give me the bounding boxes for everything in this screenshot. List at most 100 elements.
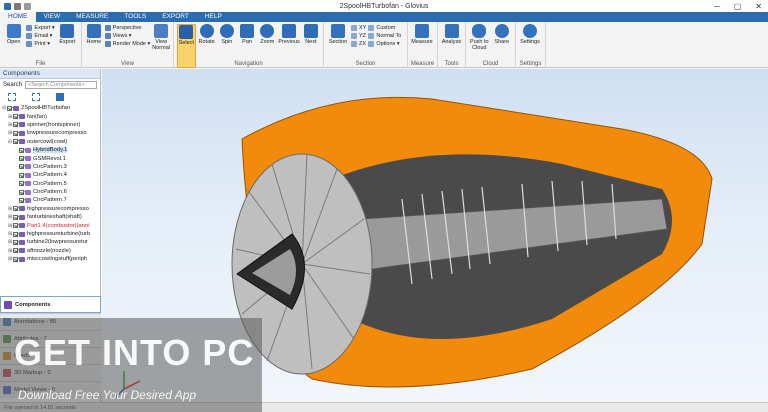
custom-plane-button[interactable]: Custom: [368, 25, 401, 31]
tree-node[interactable]: CircPattern.7: [2, 196, 100, 204]
visibility-checkbox[interactable]: [13, 231, 18, 237]
visibility-checkbox[interactable]: [13, 122, 18, 128]
tree-node[interactable]: ⊞ fanturbineshaft(shaft): [2, 213, 100, 221]
visibility-checkbox[interactable]: [19, 147, 24, 153]
export-menu-button[interactable]: Export ▾: [26, 25, 55, 31]
cloud-group-label: Cloud: [482, 61, 499, 67]
arrow-left-icon: [282, 24, 297, 38]
custom-plane-icon: [368, 25, 375, 31]
tab-measure[interactable]: MEASURE: [68, 12, 116, 22]
tree-node-label: lowpressurecompresso: [27, 130, 87, 137]
visibility-checkbox[interactable]: [19, 189, 24, 195]
tree-node-label: HybridBody.1: [33, 147, 68, 154]
copy-icon[interactable]: [56, 93, 64, 101]
minimize-button[interactable]: ─: [714, 2, 720, 11]
select-label: Select: [178, 40, 194, 46]
visibility-checkbox[interactable]: [19, 156, 24, 162]
section-label: Section: [328, 39, 348, 45]
tab-tools[interactable]: TOOLS: [116, 12, 154, 22]
visibility-checkbox[interactable]: [13, 139, 18, 145]
tree-node[interactable]: ⊞ lowpressurecompresso: [2, 129, 100, 137]
email-button[interactable]: Email ▾: [26, 33, 54, 39]
render-mode-button[interactable]: Render Mode ▾: [104, 41, 150, 47]
tab-export[interactable]: EXPORT: [154, 12, 197, 22]
custom-label: Custom: [376, 25, 396, 31]
expand-all-icon[interactable]: [8, 93, 16, 101]
tree-node-label: fan(fan): [27, 113, 47, 120]
tree-node[interactable]: CircPattern.3: [2, 163, 100, 171]
tree-node[interactable]: ⊞ fan(fan): [2, 112, 100, 120]
visibility-checkbox[interactable]: [13, 256, 18, 262]
tree-node[interactable]: HybridBody.1: [2, 146, 100, 154]
navigation-group-label: Navigation: [234, 61, 263, 67]
visibility-checkbox[interactable]: [19, 181, 24, 187]
cloud-group: Push to Cloud Share Cloud: [466, 22, 516, 68]
settings-group: Settings Settings: [516, 22, 546, 68]
export-small-icon: [26, 25, 33, 31]
part-icon: [25, 156, 31, 162]
assembly-icon: [19, 239, 25, 245]
tree-node-label: misccowlingstuff(periph: [27, 256, 88, 263]
settings-group-label: Settings: [519, 61, 542, 67]
tree-node[interactable]: CircPattern.4: [2, 171, 100, 179]
export-icon: [60, 24, 75, 38]
panel-section-tab[interactable]: Components: [0, 296, 101, 313]
visibility-checkbox[interactable]: [13, 114, 18, 120]
xy-plane-button[interactable]: XY: [351, 25, 366, 31]
visibility-checkbox[interactable]: [7, 105, 12, 111]
tab-view[interactable]: VIEW: [36, 12, 69, 22]
tree-node-label: highpressurecompresso: [27, 205, 89, 212]
search-input[interactable]: <Search Components>: [25, 80, 97, 89]
visibility-checkbox[interactable]: [19, 172, 24, 178]
collapse-all-icon[interactable]: [32, 93, 40, 101]
tree-node[interactable]: ⊞ highpressureturbine(turb: [2, 230, 100, 238]
perspective-icon: [104, 25, 111, 31]
tree-node[interactable]: ⊞ Part1.4(combustor)(anni: [2, 221, 100, 229]
tree-node[interactable]: ⊞ spinner(frontspinner): [2, 121, 100, 129]
zx-plane-button[interactable]: ZX: [351, 41, 366, 47]
tree-node[interactable]: ⊞ misccowlingstuff(periph: [2, 255, 100, 263]
ribbon: Open Export ▾ Email ▾ Print ▾ Export Fil…: [0, 22, 768, 68]
tree-node[interactable]: ⊟ 2SpoolHBTurbofan: [2, 104, 100, 112]
printer-icon: [26, 41, 33, 47]
tree-node[interactable]: CircPattern.5: [2, 180, 100, 188]
tree-node-label: GSMRevol.1: [33, 155, 66, 162]
yz-plane-button[interactable]: YZ: [351, 33, 366, 39]
pan-label: Pan: [242, 39, 252, 45]
tab-home[interactable]: HOME: [0, 12, 36, 22]
visibility-checkbox[interactable]: [13, 130, 18, 136]
visibility-checkbox[interactable]: [13, 223, 18, 229]
tree-node[interactable]: GSMRevol.1: [2, 154, 100, 162]
spin-label: Spin: [221, 39, 233, 45]
previous-label: Previous: [278, 39, 300, 45]
views-button[interactable]: Views ▾: [104, 33, 151, 39]
visibility-checkbox[interactable]: [13, 239, 18, 245]
zoom-label: Zoom: [260, 39, 275, 45]
visibility-checkbox[interactable]: [13, 248, 18, 254]
tree-node[interactable]: ⊞ aftnozzle(nozzle): [2, 247, 100, 255]
normal-to-button[interactable]: Normal To: [368, 33, 401, 39]
navigation-group: Select Rotate Spin Pan Zoom Previous Nex…: [174, 22, 324, 68]
section-tab-label: Components: [15, 301, 51, 308]
zoom-icon: [260, 24, 275, 38]
section-options-button[interactable]: Options ▾: [368, 41, 401, 47]
close-button[interactable]: ✕: [755, 2, 762, 11]
visibility-checkbox[interactable]: [19, 197, 24, 203]
visibility-checkbox[interactable]: [19, 164, 24, 170]
tree-node-label: fanturbineshaft(shaft): [27, 214, 82, 221]
maximize-button[interactable]: ▢: [734, 2, 742, 11]
measure-group: Measure Measure: [408, 22, 438, 68]
visibility-checkbox[interactable]: [13, 214, 18, 220]
rotate-label: Rotate: [198, 39, 215, 45]
print-button[interactable]: Print ▾: [26, 41, 54, 47]
title-bar: 2SpoolHBTurbofan - Glovius ─ ▢ ✕: [0, 0, 768, 12]
assembly-icon: [19, 130, 25, 136]
visibility-checkbox[interactable]: [13, 206, 18, 212]
perspective-button[interactable]: Perspective: [104, 25, 151, 31]
tab-help[interactable]: HELP: [197, 12, 230, 22]
tree-node[interactable]: ⊟ outercowl(cowl): [2, 138, 100, 146]
tree-node[interactable]: CircPattern.6: [2, 188, 100, 196]
cursor-icon: [179, 25, 194, 39]
tree-node[interactable]: ⊞ highpressurecompresso: [2, 205, 100, 213]
tree-node[interactable]: ⊞ turbine2(lowpressuretur: [2, 238, 100, 246]
